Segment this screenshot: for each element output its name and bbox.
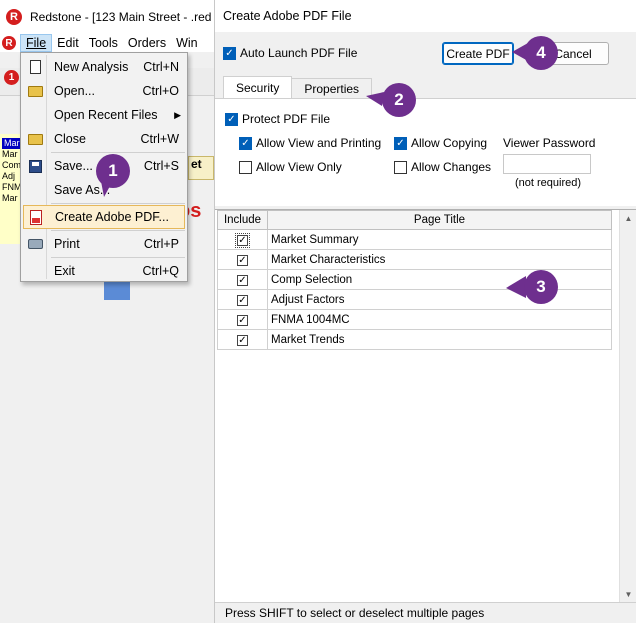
callout-1: 1 (96, 154, 130, 188)
callout-3: 3 (524, 270, 558, 304)
callout-pointers (100, 43, 528, 298)
callout-4: 4 (524, 36, 558, 70)
callout-2: 2 (382, 83, 416, 117)
callout-3-pointer (506, 276, 526, 298)
